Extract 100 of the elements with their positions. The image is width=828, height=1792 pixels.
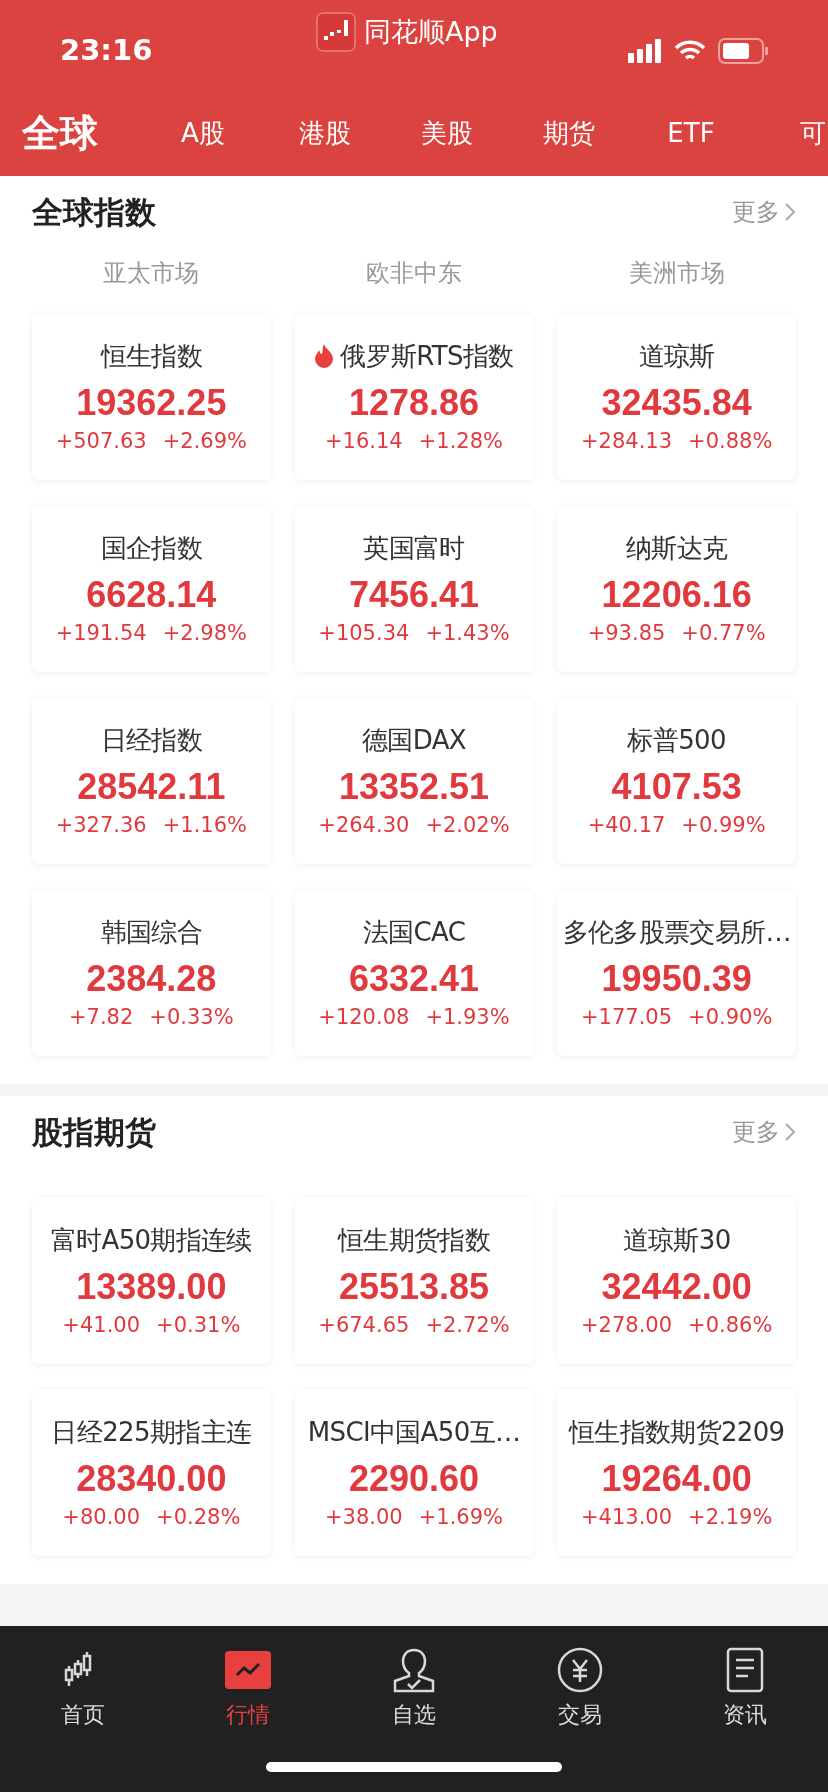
index-card[interactable]: 恒生指数期货2209 19264.00 +413.00 +2.19% [557,1390,796,1556]
index-card[interactable]: 道琼斯30 32442.00 +278.00 +0.86% [557,1198,796,1364]
index-name: 富时A50期指连续 [50,1223,252,1257]
document-icon [726,1647,765,1693]
percent-change: +1.69% [418,1503,503,1531]
app-logo-icon [316,12,356,53]
index-price: 6628.14 [86,572,217,617]
market-tab[interactable]: A股 [142,113,264,153]
index-card[interactable]: 德国DAX 13352.51 +264.30 +2.02% [294,698,534,864]
region-heading: 美洲市场 [627,258,726,289]
percent-change: +0.33% [149,1003,234,1031]
price-change: +674.65 [318,1311,410,1339]
index-name: 恒生指数期货2209 [568,1415,785,1449]
percent-change: +2.72% [425,1311,510,1339]
index-card[interactable]: MSCI中国A50互… 2290.60 +38.00 +1.69% [294,1390,534,1556]
index-card[interactable]: 英国富时 7456.41 +105.34 +1.43% [294,506,534,672]
nav-tab[interactable]: 自选 [331,1646,497,1731]
chevron-right-icon [784,1122,796,1142]
index-price: 4107.53 [611,764,742,809]
index-card[interactable]: 多伦多股票交易所… 19950.39 +177.05 +0.90% [557,890,796,1056]
index-name: 国企指数 [100,531,203,565]
index-name: 德国DAX [362,723,466,757]
price-change: +327.36 [55,811,147,839]
index-card[interactable]: 韩国综合 2384.28 +7.82 +0.33% [32,890,271,1056]
index-price: 7456.41 [348,572,480,617]
price-change: +264.30 [318,811,410,839]
market-tab[interactable]: 可 [752,113,828,153]
nav-tab[interactable]: 行情 [165,1646,332,1731]
percent-change: +2.19% [688,1503,773,1531]
price-change: +80.00 [62,1503,141,1531]
chevron-right-icon [784,202,796,222]
price-change: +41.00 [62,1311,141,1339]
section-title: 股指期货 [32,1112,156,1152]
signal-icon [628,39,662,63]
percent-change: +1.28% [418,427,503,455]
index-card[interactable]: 标普500 4107.53 +40.17 +0.99% [557,698,796,864]
index-price: 13352.51 [338,764,490,809]
percent-change: +1.93% [425,1003,510,1031]
market-tab[interactable]: 期货 [508,113,630,153]
index-card[interactable]: 国企指数 6628.14 +191.54 +2.98% [32,506,271,672]
index-price: 2384.28 [86,956,217,1001]
price-change: +507.63 [55,427,147,455]
index-price: 13389.00 [76,1264,227,1309]
price-change: +413.00 [580,1503,673,1531]
index-name: 恒生指数 [100,339,203,373]
section-title: 全球指数 [32,192,156,232]
chart-icon [225,1651,272,1689]
percent-change: +0.77% [681,619,766,647]
market-tab[interactable]: 港股 [264,113,386,153]
nav-tab[interactable]: 交易 [496,1646,663,1731]
index-price: 28542.11 [77,764,226,809]
index-price: 19950.39 [601,956,752,1001]
battery-icon [718,38,768,64]
index-card[interactable]: 恒生期货指数 25513.85 +674.65 +2.72% [294,1198,534,1364]
index-price: 25513.85 [338,1264,490,1309]
percent-change: +0.31% [156,1311,241,1339]
percent-change: +0.28% [156,1503,241,1531]
market-tab[interactable]: ETF [630,113,752,153]
index-name: 道琼斯30 [622,1223,731,1257]
percent-change: +1.16% [162,811,247,839]
region-heading: 欧非中东 [365,258,463,289]
index-name: 韩国综合 [100,915,203,949]
index-name: 标普500 [627,723,726,757]
percent-change: +2.69% [162,427,247,455]
market-tab[interactable]: 美股 [386,113,508,153]
price-change: +93.85 [587,619,666,647]
index-price: 32442.00 [601,1264,752,1309]
price-change: +284.13 [580,427,673,455]
index-price: 6332.41 [348,956,480,1001]
status-time: 23:16 [60,32,153,70]
index-name: 日经225期指主连 [51,1415,252,1449]
percent-change: +1.43% [425,619,510,647]
index-name: 法国CAC [362,915,466,949]
index-price: 32435.84 [601,380,752,425]
index-name: 日经指数 [100,723,203,757]
index-name: 恒生期货指数 [337,1223,491,1257]
index-card[interactable]: 日经指数 28542.11 +327.36 +1.16% [32,698,271,864]
index-card[interactable]: 道琼斯 32435.84 +284.13 +0.88% [557,314,796,480]
index-price: 19264.00 [601,1456,752,1501]
index-card[interactable]: 恒生指数 19362.25 +507.63 +2.69% [32,314,271,480]
index-price: 12206.16 [601,572,752,617]
index-price: 2290.60 [348,1456,480,1501]
index-name: 纳斯达克 [625,531,728,565]
index-card[interactable]: 富时A50期指连续 13389.00 +41.00 +0.31% [32,1198,271,1364]
percent-change: +2.02% [425,811,510,839]
index-card[interactable]: 法国CAC 6332.41 +120.08 +1.93% [294,890,534,1056]
index-card[interactable]: 纳斯达克 12206.16 +93.85 +0.77% [557,506,796,672]
price-change: +16.14 [324,427,403,455]
price-change: +191.54 [55,619,147,647]
index-name: MSCI中国A50互… [307,1415,521,1449]
index-price: 19362.25 [76,380,227,425]
index-card[interactable]: 俄罗斯RTS指数 1278.86 +16.14 +1.28% [294,314,534,480]
index-card[interactable]: 日经225期指主连 28340.00 +80.00 +0.28% [32,1390,271,1556]
price-change: +177.05 [580,1003,673,1031]
nav-tab[interactable]: 资讯 [662,1646,828,1731]
percent-change: +0.86% [688,1311,773,1339]
price-change: +105.34 [318,619,410,647]
market-tab[interactable]: 全球 [22,104,142,162]
nav-tab[interactable]: 首页 [0,1646,166,1731]
index-price: 1278.86 [348,380,480,425]
